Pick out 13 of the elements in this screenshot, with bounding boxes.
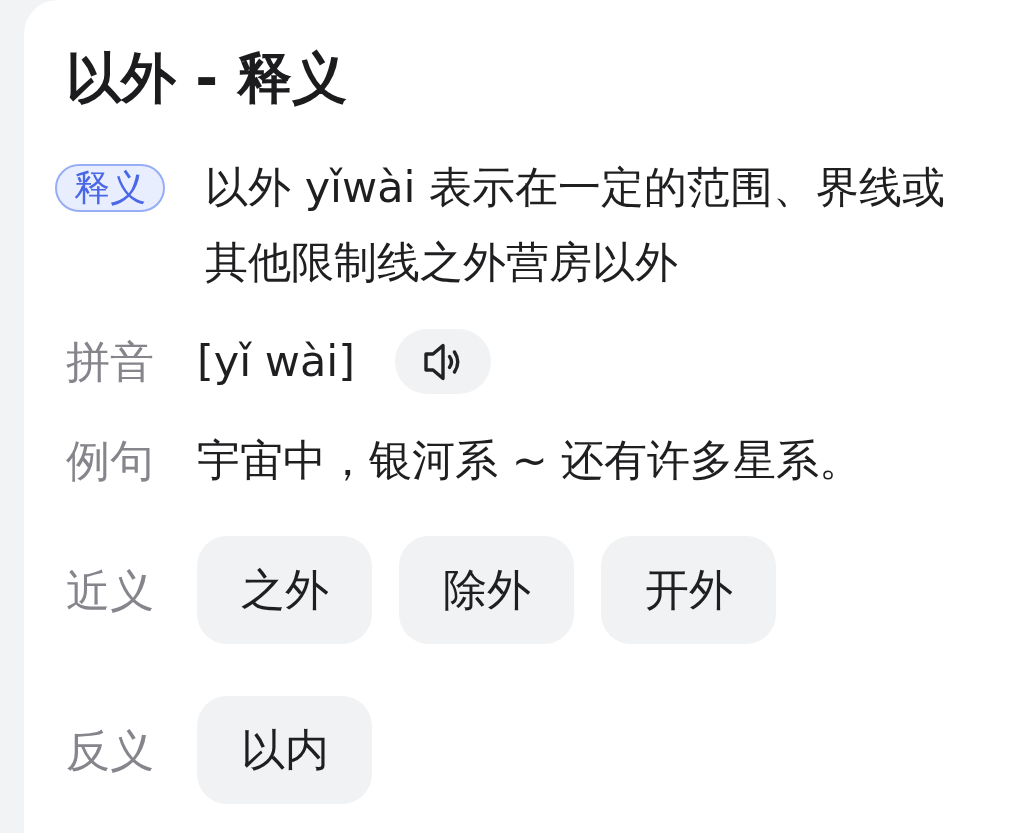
row-label: 反义 [66,723,155,778]
word-chip[interactable]: 除外 [399,536,574,644]
row-label: 拼音 [66,335,155,389]
row-label: 近义 [66,563,155,618]
example-sentence: 宇宙中，银河系 ~ 还有许多星系。 [197,434,863,487]
word-chip[interactable]: 开外 [601,536,776,644]
definition-text: 以外 yǐwài 表示在一定的范围、界线或其他限制线之外营房以外 [205,161,947,289]
row-label: 例句 [66,434,155,488]
definition-badge: 释义 [55,164,165,212]
pinyin-text: [yǐ wài] [197,335,356,388]
word-chip[interactable]: 之外 [197,536,372,644]
page-title: 以外 - 释义 [66,45,348,112]
word-chip[interactable]: 以内 [197,696,372,804]
